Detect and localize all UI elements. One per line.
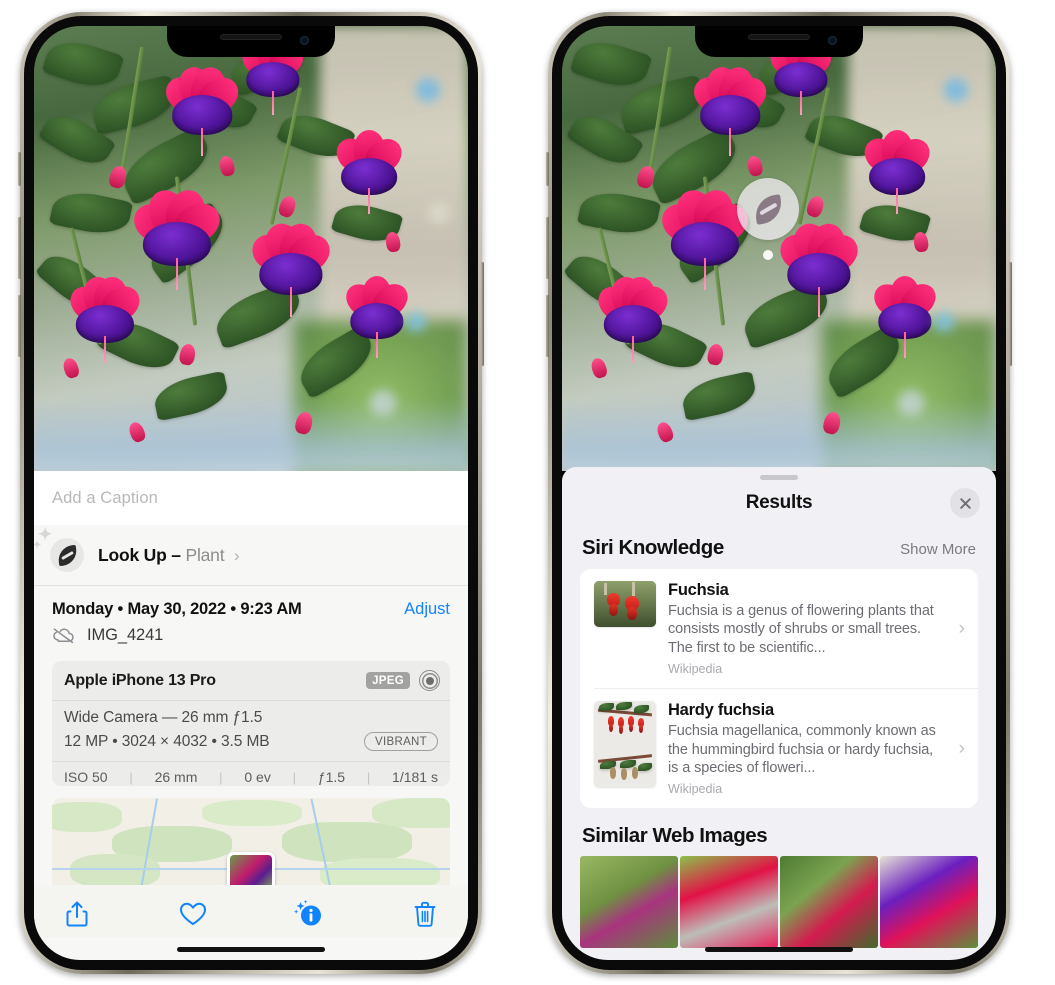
exif-separator: | — [366, 769, 371, 785]
location-map[interactable] — [52, 798, 450, 886]
look-up-text: Look Up — [98, 544, 167, 565]
image-size-info: 12 MP • 3024 × 4032 • 3.5 MB — [64, 732, 270, 750]
list-item[interactable]: Hardy fuchsia Fuchsia magellanica, commo… — [594, 688, 978, 808]
chevron-right-icon: › — [234, 545, 240, 565]
result-thumbnail — [594, 701, 656, 788]
chevron-right-icon: › — [958, 737, 965, 759]
exif-stats-row: ISO 50 | 26 mm | 0 ev | ƒ1.5 | 1/181 s — [52, 762, 450, 786]
list-item[interactable]: Fuchsia Fuchsia is a genus of flowering … — [580, 569, 978, 688]
photo-sky-backdrop — [34, 399, 468, 471]
info-sparkle-icon[interactable] — [292, 897, 326, 931]
notch-left — [167, 26, 335, 57]
photo-filename: IMG_4241 — [87, 626, 164, 644]
exif-exposure-value: 0 ev — [244, 769, 271, 785]
leaf-icon — [752, 193, 784, 225]
list-item[interactable] — [780, 856, 878, 949]
similar-web-images-title: Similar Web Images — [582, 824, 768, 848]
chevron-right-icon: › — [958, 617, 965, 639]
photo-viewer-left[interactable] — [34, 26, 468, 471]
leaf-icon — [50, 538, 84, 572]
look-up-label: Look Up – Plant › — [98, 545, 240, 566]
exif-focal-length: 26 mm — [154, 769, 198, 785]
similar-web-images-row — [562, 856, 996, 949]
photo-sky-backdrop — [562, 399, 996, 471]
raw-ring-icon — [419, 670, 440, 691]
results-title: Results — [745, 492, 813, 513]
look-up-dash: – — [171, 544, 181, 565]
result-description: Fuchsia magellanica, commonly known as t… — [668, 723, 936, 777]
look-up-subject: Plant — [185, 544, 225, 565]
close-icon[interactable] — [950, 488, 980, 518]
map-photo-pin[interactable] — [227, 852, 275, 886]
iphone-left: Add a Caption ✦ ✦ Look Up – Plant › Mond… — [18, 12, 484, 974]
list-item[interactable] — [880, 856, 978, 949]
share-icon[interactable] — [60, 897, 94, 931]
caption-input[interactable]: Add a Caption — [34, 471, 468, 525]
screen-right: Results Siri Knowledge Show More Fuchsia… — [562, 26, 996, 960]
exif-device-row: Apple iPhone 13 Pro JPEG — [52, 661, 450, 701]
home-indicator-left[interactable] — [177, 947, 325, 952]
camera-device-name: Apple iPhone 13 Pro — [64, 671, 216, 689]
list-item[interactable] — [580, 856, 678, 949]
result-source: Wikipedia — [668, 662, 723, 677]
volume-up-button-right[interactable] — [546, 217, 549, 279]
front-camera-icon — [300, 36, 309, 45]
heart-icon[interactable] — [176, 897, 210, 931]
volume-down-button-left[interactable] — [18, 295, 21, 357]
siri-knowledge-card-list: Fuchsia Fuchsia is a genus of flowering … — [580, 569, 978, 809]
exif-lens-block: Wide Camera — 26 mm ƒ1.5 12 MP • 3024 × … — [52, 701, 450, 762]
list-item[interactable] — [680, 856, 778, 949]
photo-info-sheet: Add a Caption ✦ ✦ Look Up – Plant › Mond… — [34, 471, 468, 960]
screenshot-stage: Add a Caption ✦ ✦ Look Up – Plant › Mond… — [0, 0, 1055, 985]
lens-info: Wide Camera — 26 mm ƒ1.5 — [64, 709, 263, 726]
home-indicator-right[interactable] — [705, 947, 853, 952]
earpiece-speaker-icon — [220, 34, 282, 40]
result-source: Wikipedia — [668, 782, 723, 797]
look-up-row[interactable]: ✦ ✦ Look Up – Plant › — [34, 525, 468, 586]
photo-viewer-right[interactable] — [562, 26, 996, 471]
power-button-right[interactable] — [1009, 262, 1012, 366]
exif-iso: ISO 50 — [64, 769, 108, 785]
notch-right — [695, 26, 863, 57]
exif-aperture: ƒ1.5 — [317, 769, 346, 785]
exif-separator: | — [129, 769, 133, 785]
iphone-right: Results Siri Knowledge Show More Fuchsia… — [546, 12, 1012, 974]
screen-left: Add a Caption ✦ ✦ Look Up – Plant › Mond… — [34, 26, 468, 960]
silent-switch-right[interactable] — [546, 152, 549, 186]
exif-card[interactable]: Apple iPhone 13 Pro JPEG Wide Camera — 2… — [52, 661, 450, 787]
similar-web-images-header: Similar Web Images — [562, 808, 996, 854]
front-camera-icon — [828, 36, 837, 45]
silent-switch-left[interactable] — [18, 152, 21, 186]
siri-knowledge-title: Siri Knowledge — [582, 536, 724, 559]
photographic-style-badge: VIBRANT — [364, 732, 438, 751]
result-title: Hardy fuchsia — [668, 701, 774, 720]
exif-shutter-speed: 1/181 s — [392, 769, 438, 785]
result-description: Fuchsia is a genus of flowering plants t… — [668, 603, 934, 656]
sparkle-icon-large: ✦ — [38, 525, 53, 544]
adjust-button[interactable]: Adjust — [404, 600, 450, 619]
show-more-button[interactable]: Show More — [900, 541, 976, 558]
earpiece-speaker-icon — [748, 34, 810, 40]
volume-down-button-right[interactable] — [546, 295, 549, 357]
photo-date: Monday • May 30, 2022 • 9:23 AM — [52, 600, 302, 618]
trash-icon[interactable] — [408, 897, 442, 931]
result-thumbnail — [594, 581, 656, 627]
sparkle-icon-small: ✦ — [34, 540, 42, 551]
visual-lookup-anchor-dot — [763, 250, 773, 260]
siri-knowledge-header: Siri Knowledge Show More — [562, 526, 996, 569]
result-title: Fuchsia — [668, 581, 729, 599]
exif-separator: | — [292, 769, 297, 785]
photo-metadata: Monday • May 30, 2022 • 9:23 AM Adjust I… — [34, 586, 468, 655]
exif-separator: | — [219, 769, 223, 785]
cloud-slash-icon — [52, 627, 76, 644]
power-button-left[interactable] — [481, 262, 484, 366]
photo-toolbar — [34, 885, 468, 938]
volume-up-button-left[interactable] — [18, 217, 21, 279]
results-header: Results — [562, 480, 996, 526]
results-sheet: Results Siri Knowledge Show More Fuchsia… — [562, 467, 996, 960]
visual-lookup-badge[interactable] — [737, 178, 799, 240]
format-badge: JPEG — [366, 672, 410, 689]
